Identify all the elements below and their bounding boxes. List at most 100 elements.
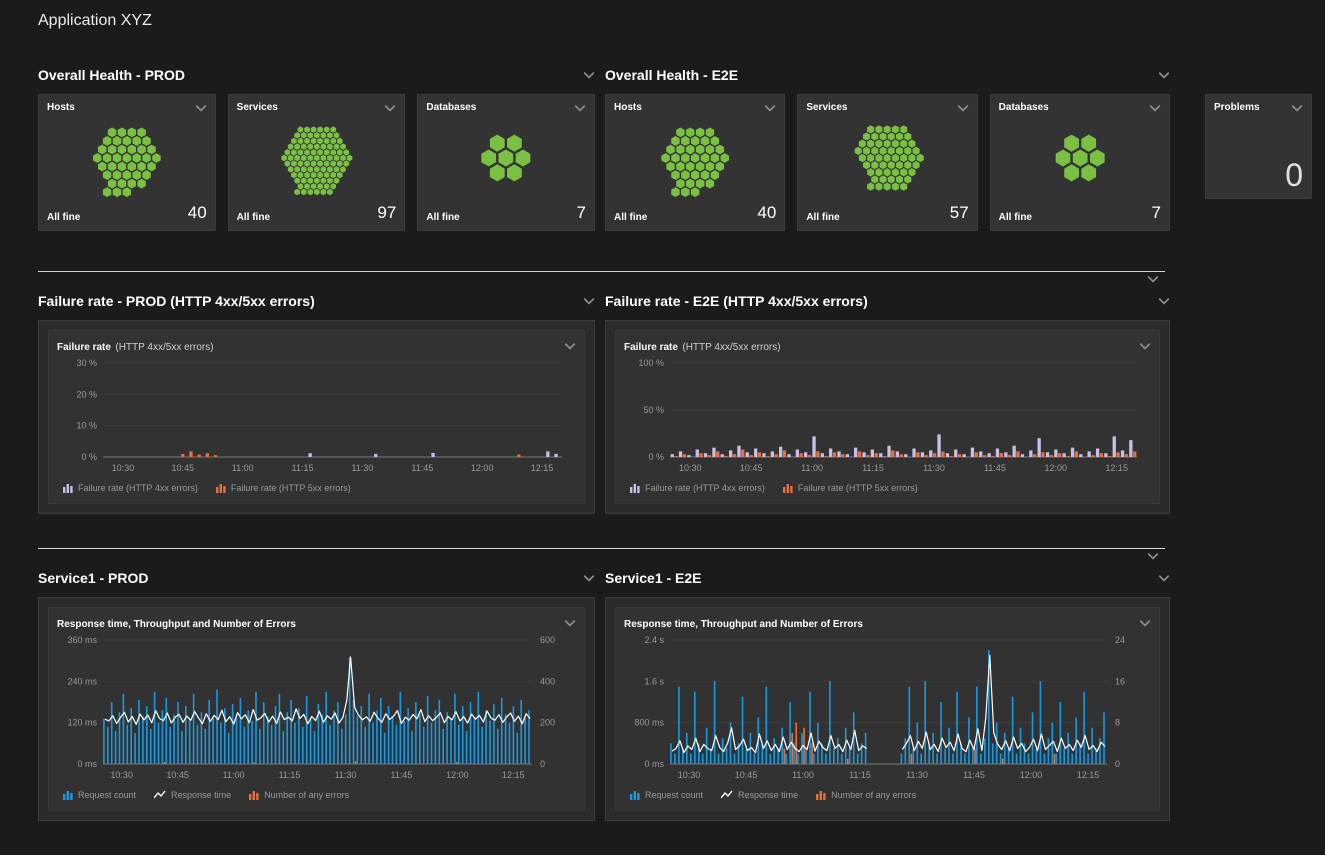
chevron-down-icon[interactable] bbox=[1158, 574, 1170, 582]
chart-title: Failure rate (HTTP 4xx/5xx errors) bbox=[57, 337, 214, 355]
section-title-health-prod: Overall Health - PROD bbox=[38, 67, 185, 83]
legend-item[interactable]: Response time bbox=[154, 790, 231, 800]
count-label: 57 bbox=[950, 203, 969, 223]
chart-tile[interactable]: Failure rate (HTTP 4xx/5xx errors) 0 %50… bbox=[605, 320, 1170, 514]
status-label: All fine bbox=[614, 212, 647, 223]
bar-series-icon bbox=[783, 483, 793, 493]
svg-text:0 ms: 0 ms bbox=[77, 759, 97, 769]
health-row: Overall Health - PROD Hosts All fine40 S… bbox=[38, 64, 1310, 231]
chart-title: Response time, Throughput and Number of … bbox=[57, 614, 296, 632]
legend-item[interactable]: Request count bbox=[63, 790, 136, 800]
svg-text:12:15: 12:15 bbox=[1105, 463, 1128, 473]
svg-text:10:45: 10:45 bbox=[740, 463, 763, 473]
legend-item[interactable]: Failure rate (HTTP 4xx errors) bbox=[630, 483, 765, 493]
honeycomb-chart[interactable] bbox=[237, 113, 397, 203]
service-metrics-chart[interactable]: 0 ms120 ms240 ms360 ms020040060010:3010:… bbox=[57, 632, 576, 784]
honeycomb-chart[interactable] bbox=[806, 113, 968, 203]
chevron-down-icon[interactable] bbox=[384, 104, 396, 112]
health-tile-databases[interactable]: Databases All fine7 bbox=[990, 94, 1170, 231]
svg-text:12:15: 12:15 bbox=[502, 770, 525, 780]
honeycomb-chart[interactable] bbox=[426, 113, 586, 203]
chevron-down-icon[interactable] bbox=[1139, 342, 1151, 350]
problems-tile[interactable]: Problems 0 bbox=[1205, 94, 1312, 199]
bar-series-icon bbox=[249, 790, 259, 800]
service-metrics-chart[interactable]: 0 ms800 ms1.6 s2.4 s08162410:3010:4511:0… bbox=[624, 632, 1151, 784]
section-title-service-e2e: Service1 - E2E bbox=[605, 570, 702, 586]
svg-text:10:30: 10:30 bbox=[112, 463, 135, 473]
chevron-down-icon[interactable] bbox=[1158, 297, 1170, 305]
chevron-down-icon[interactable] bbox=[1147, 275, 1159, 283]
chevron-down-icon[interactable] bbox=[564, 619, 576, 627]
divider bbox=[38, 271, 1165, 272]
svg-text:10:30: 10:30 bbox=[110, 770, 133, 780]
chevron-down-icon[interactable] bbox=[1158, 71, 1170, 79]
section-health-e2e: Overall Health - E2E Hosts All fine40 Se… bbox=[605, 64, 1170, 231]
tile-title: Problems bbox=[1214, 102, 1260, 113]
chevron-down-icon[interactable] bbox=[583, 574, 595, 582]
health-tile-hosts[interactable]: Hosts All fine40 bbox=[38, 94, 216, 231]
svg-text:11:45: 11:45 bbox=[963, 770, 985, 780]
bar-series-icon bbox=[63, 790, 73, 800]
chevron-down-icon[interactable] bbox=[1147, 552, 1159, 560]
svg-text:11:15: 11:15 bbox=[292, 463, 314, 473]
bar-series-icon bbox=[630, 483, 640, 493]
svg-text:10:30: 10:30 bbox=[678, 770, 701, 780]
section-title-failure-prod: Failure rate - PROD (HTTP 4xx/5xx errors… bbox=[38, 293, 315, 309]
chevron-down-icon[interactable] bbox=[764, 104, 776, 112]
svg-text:10:45: 10:45 bbox=[735, 770, 758, 780]
legend-item[interactable]: Response time bbox=[721, 790, 798, 800]
legend-item[interactable]: Failure rate (HTTP 4xx errors) bbox=[63, 483, 198, 493]
honeycomb-chart[interactable] bbox=[47, 113, 207, 203]
svg-text:16: 16 bbox=[1115, 676, 1125, 686]
section-service-e2e: Service1 - E2E Response time, Throughput… bbox=[605, 567, 1170, 821]
failure-rate-chart[interactable]: 0 %50 %100 %10:3010:4511:0011:1511:3011:… bbox=[624, 355, 1151, 477]
count-label: 7 bbox=[577, 203, 586, 223]
status-label: All fine bbox=[237, 212, 270, 223]
svg-text:800 ms: 800 ms bbox=[634, 718, 664, 728]
svg-text:11:00: 11:00 bbox=[792, 770, 814, 780]
honeycomb-chart[interactable] bbox=[614, 113, 776, 203]
svg-text:11:30: 11:30 bbox=[335, 770, 357, 780]
chevron-down-icon[interactable] bbox=[1149, 104, 1161, 112]
health-tile-databases[interactable]: Databases All fine7 bbox=[417, 94, 595, 231]
failure-rate-chart[interactable]: 0 %10 %20 %30 %10:3010:4511:0011:1511:30… bbox=[57, 355, 576, 477]
svg-text:11:00: 11:00 bbox=[801, 463, 823, 473]
chart-tile[interactable]: Response time, Throughput and Number of … bbox=[605, 597, 1170, 821]
chart-tile[interactable]: Failure rate (HTTP 4xx/5xx errors) 0 %10… bbox=[38, 320, 595, 514]
svg-text:12:00: 12:00 bbox=[471, 463, 494, 473]
legend-item[interactable]: Number of any errors bbox=[249, 790, 349, 800]
status-label: All fine bbox=[426, 212, 459, 223]
health-tile-hosts[interactable]: Hosts All fine40 bbox=[605, 94, 785, 231]
chevron-down-icon[interactable] bbox=[195, 104, 207, 112]
chevron-down-icon[interactable] bbox=[1139, 619, 1151, 627]
chevron-down-icon[interactable] bbox=[957, 104, 969, 112]
svg-text:0 %: 0 % bbox=[648, 452, 664, 462]
health-tile-services[interactable]: Services All fine97 bbox=[228, 94, 406, 231]
tile-title: Services bbox=[237, 102, 278, 113]
section-title-failure-e2e: Failure rate - E2E (HTTP 4xx/5xx errors) bbox=[605, 293, 868, 309]
legend-item[interactable]: Number of any errors bbox=[816, 790, 916, 800]
section-title-health-e2e: Overall Health - E2E bbox=[605, 67, 738, 83]
chevron-down-icon[interactable] bbox=[574, 104, 586, 112]
health-tile-services[interactable]: Services All fine57 bbox=[797, 94, 977, 231]
chart-tile[interactable]: Response time, Throughput and Number of … bbox=[38, 597, 595, 821]
section-failure-e2e: Failure rate - E2E (HTTP 4xx/5xx errors)… bbox=[605, 290, 1170, 514]
chevron-down-icon[interactable] bbox=[1291, 104, 1303, 112]
page-title: Application XYZ bbox=[38, 12, 1310, 30]
svg-text:11:15: 11:15 bbox=[862, 463, 884, 473]
legend-item[interactable]: Failure rate (HTTP 5xx errors) bbox=[216, 483, 351, 493]
svg-text:12:15: 12:15 bbox=[531, 463, 554, 473]
svg-text:0: 0 bbox=[1115, 759, 1120, 769]
chevron-down-icon[interactable] bbox=[583, 297, 595, 305]
chevron-down-icon[interactable] bbox=[583, 71, 595, 79]
honeycomb-chart[interactable] bbox=[999, 113, 1161, 203]
legend-item[interactable]: Request count bbox=[630, 790, 703, 800]
chart-title: Failure rate (HTTP 4xx/5xx errors) bbox=[624, 337, 781, 355]
bar-series-icon bbox=[816, 790, 826, 800]
chevron-down-icon[interactable] bbox=[564, 342, 576, 350]
chart-legend: Request count Response time Number of any … bbox=[57, 784, 576, 806]
svg-text:11:00: 11:00 bbox=[223, 770, 245, 780]
legend-item[interactable]: Failure rate (HTTP 5xx errors) bbox=[783, 483, 918, 493]
line-series-icon bbox=[721, 790, 733, 800]
svg-text:0 ms: 0 ms bbox=[644, 759, 664, 769]
